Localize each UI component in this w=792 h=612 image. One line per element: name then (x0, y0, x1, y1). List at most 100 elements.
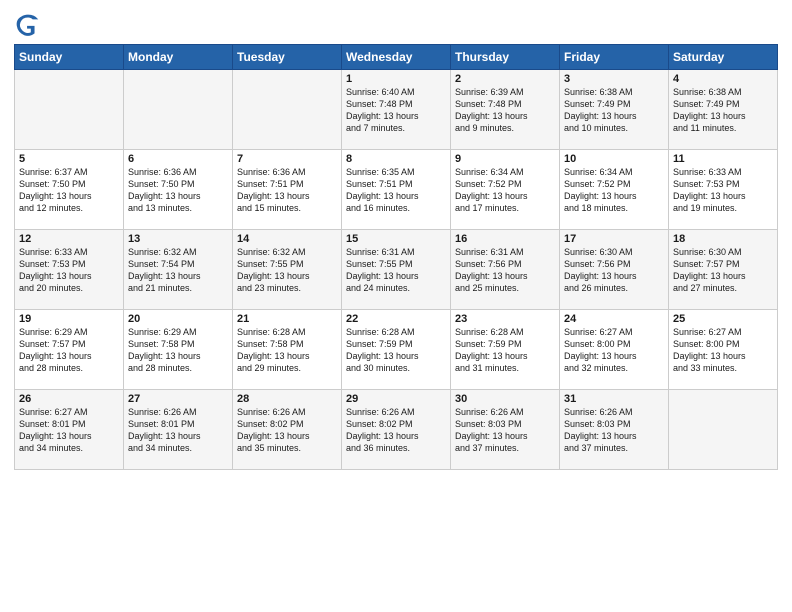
header-row: SundayMondayTuesdayWednesdayThursdayFrid… (15, 45, 778, 70)
day-info: Sunrise: 6:33 AM Sunset: 7:53 PM Dayligh… (19, 246, 119, 295)
day-info: Sunrise: 6:26 AM Sunset: 8:02 PM Dayligh… (237, 406, 337, 455)
day-cell: 4Sunrise: 6:38 AM Sunset: 7:49 PM Daylig… (669, 70, 778, 150)
day-number: 31 (564, 393, 664, 405)
day-cell: 17Sunrise: 6:30 AM Sunset: 7:56 PM Dayli… (560, 230, 669, 310)
day-info: Sunrise: 6:31 AM Sunset: 7:55 PM Dayligh… (346, 246, 446, 295)
day-info: Sunrise: 6:30 AM Sunset: 7:57 PM Dayligh… (673, 246, 773, 295)
header (14, 10, 778, 38)
day-info: Sunrise: 6:34 AM Sunset: 7:52 PM Dayligh… (564, 166, 664, 215)
day-number: 13 (128, 233, 228, 245)
header-cell-thursday: Thursday (451, 45, 560, 70)
day-info: Sunrise: 6:29 AM Sunset: 7:58 PM Dayligh… (128, 326, 228, 375)
logo-icon (14, 10, 42, 38)
day-info: Sunrise: 6:40 AM Sunset: 7:48 PM Dayligh… (346, 86, 446, 135)
day-cell: 24Sunrise: 6:27 AM Sunset: 8:00 PM Dayli… (560, 310, 669, 390)
calendar-header: SundayMondayTuesdayWednesdayThursdayFrid… (15, 45, 778, 70)
day-info: Sunrise: 6:26 AM Sunset: 8:02 PM Dayligh… (346, 406, 446, 455)
day-info: Sunrise: 6:32 AM Sunset: 7:55 PM Dayligh… (237, 246, 337, 295)
day-number: 24 (564, 313, 664, 325)
day-number: 23 (455, 313, 555, 325)
week-row-4: 19Sunrise: 6:29 AM Sunset: 7:57 PM Dayli… (15, 310, 778, 390)
day-cell: 9Sunrise: 6:34 AM Sunset: 7:52 PM Daylig… (451, 150, 560, 230)
week-row-5: 26Sunrise: 6:27 AM Sunset: 8:01 PM Dayli… (15, 390, 778, 470)
header-cell-monday: Monday (124, 45, 233, 70)
day-cell: 19Sunrise: 6:29 AM Sunset: 7:57 PM Dayli… (15, 310, 124, 390)
day-number: 22 (346, 313, 446, 325)
day-info: Sunrise: 6:28 AM Sunset: 7:58 PM Dayligh… (237, 326, 337, 375)
day-cell: 2Sunrise: 6:39 AM Sunset: 7:48 PM Daylig… (451, 70, 560, 150)
day-cell: 10Sunrise: 6:34 AM Sunset: 7:52 PM Dayli… (560, 150, 669, 230)
day-number: 3 (564, 73, 664, 85)
day-cell (669, 390, 778, 470)
day-info: Sunrise: 6:39 AM Sunset: 7:48 PM Dayligh… (455, 86, 555, 135)
day-number: 7 (237, 153, 337, 165)
day-number: 16 (455, 233, 555, 245)
day-number: 6 (128, 153, 228, 165)
day-info: Sunrise: 6:38 AM Sunset: 7:49 PM Dayligh… (673, 86, 773, 135)
day-info: Sunrise: 6:28 AM Sunset: 7:59 PM Dayligh… (346, 326, 446, 375)
day-number: 20 (128, 313, 228, 325)
page: SundayMondayTuesdayWednesdayThursdayFrid… (0, 0, 792, 612)
header-cell-tuesday: Tuesday (233, 45, 342, 70)
day-cell: 27Sunrise: 6:26 AM Sunset: 8:01 PM Dayli… (124, 390, 233, 470)
day-cell: 11Sunrise: 6:33 AM Sunset: 7:53 PM Dayli… (669, 150, 778, 230)
calendar-table: SundayMondayTuesdayWednesdayThursdayFrid… (14, 44, 778, 470)
day-cell: 23Sunrise: 6:28 AM Sunset: 7:59 PM Dayli… (451, 310, 560, 390)
day-cell: 29Sunrise: 6:26 AM Sunset: 8:02 PM Dayli… (342, 390, 451, 470)
day-cell: 8Sunrise: 6:35 AM Sunset: 7:51 PM Daylig… (342, 150, 451, 230)
day-info: Sunrise: 6:31 AM Sunset: 7:56 PM Dayligh… (455, 246, 555, 295)
day-number: 18 (673, 233, 773, 245)
day-cell (233, 70, 342, 150)
day-cell: 21Sunrise: 6:28 AM Sunset: 7:58 PM Dayli… (233, 310, 342, 390)
day-cell: 20Sunrise: 6:29 AM Sunset: 7:58 PM Dayli… (124, 310, 233, 390)
day-info: Sunrise: 6:35 AM Sunset: 7:51 PM Dayligh… (346, 166, 446, 215)
day-cell: 26Sunrise: 6:27 AM Sunset: 8:01 PM Dayli… (15, 390, 124, 470)
calendar-body: 1Sunrise: 6:40 AM Sunset: 7:48 PM Daylig… (15, 70, 778, 470)
day-cell: 7Sunrise: 6:36 AM Sunset: 7:51 PM Daylig… (233, 150, 342, 230)
day-cell: 31Sunrise: 6:26 AM Sunset: 8:03 PM Dayli… (560, 390, 669, 470)
day-number: 5 (19, 153, 119, 165)
header-cell-friday: Friday (560, 45, 669, 70)
day-number: 27 (128, 393, 228, 405)
day-number: 4 (673, 73, 773, 85)
day-cell: 6Sunrise: 6:36 AM Sunset: 7:50 PM Daylig… (124, 150, 233, 230)
week-row-1: 1Sunrise: 6:40 AM Sunset: 7:48 PM Daylig… (15, 70, 778, 150)
day-info: Sunrise: 6:34 AM Sunset: 7:52 PM Dayligh… (455, 166, 555, 215)
day-number: 30 (455, 393, 555, 405)
day-number: 8 (346, 153, 446, 165)
day-number: 25 (673, 313, 773, 325)
day-cell: 5Sunrise: 6:37 AM Sunset: 7:50 PM Daylig… (15, 150, 124, 230)
day-number: 1 (346, 73, 446, 85)
day-cell: 3Sunrise: 6:38 AM Sunset: 7:49 PM Daylig… (560, 70, 669, 150)
day-number: 26 (19, 393, 119, 405)
day-cell: 18Sunrise: 6:30 AM Sunset: 7:57 PM Dayli… (669, 230, 778, 310)
day-cell: 16Sunrise: 6:31 AM Sunset: 7:56 PM Dayli… (451, 230, 560, 310)
day-info: Sunrise: 6:26 AM Sunset: 8:03 PM Dayligh… (564, 406, 664, 455)
header-cell-saturday: Saturday (669, 45, 778, 70)
logo (14, 10, 46, 38)
week-row-3: 12Sunrise: 6:33 AM Sunset: 7:53 PM Dayli… (15, 230, 778, 310)
day-cell: 12Sunrise: 6:33 AM Sunset: 7:53 PM Dayli… (15, 230, 124, 310)
day-info: Sunrise: 6:27 AM Sunset: 8:01 PM Dayligh… (19, 406, 119, 455)
day-number: 17 (564, 233, 664, 245)
day-info: Sunrise: 6:36 AM Sunset: 7:51 PM Dayligh… (237, 166, 337, 215)
week-row-2: 5Sunrise: 6:37 AM Sunset: 7:50 PM Daylig… (15, 150, 778, 230)
day-cell: 1Sunrise: 6:40 AM Sunset: 7:48 PM Daylig… (342, 70, 451, 150)
day-number: 19 (19, 313, 119, 325)
day-number: 10 (564, 153, 664, 165)
day-info: Sunrise: 6:27 AM Sunset: 8:00 PM Dayligh… (564, 326, 664, 375)
day-number: 15 (346, 233, 446, 245)
day-number: 28 (237, 393, 337, 405)
day-cell: 30Sunrise: 6:26 AM Sunset: 8:03 PM Dayli… (451, 390, 560, 470)
day-number: 2 (455, 73, 555, 85)
day-cell (124, 70, 233, 150)
day-number: 21 (237, 313, 337, 325)
day-cell: 15Sunrise: 6:31 AM Sunset: 7:55 PM Dayli… (342, 230, 451, 310)
day-number: 12 (19, 233, 119, 245)
day-info: Sunrise: 6:30 AM Sunset: 7:56 PM Dayligh… (564, 246, 664, 295)
day-cell: 28Sunrise: 6:26 AM Sunset: 8:02 PM Dayli… (233, 390, 342, 470)
day-info: Sunrise: 6:29 AM Sunset: 7:57 PM Dayligh… (19, 326, 119, 375)
day-cell (15, 70, 124, 150)
day-cell: 13Sunrise: 6:32 AM Sunset: 7:54 PM Dayli… (124, 230, 233, 310)
day-number: 9 (455, 153, 555, 165)
